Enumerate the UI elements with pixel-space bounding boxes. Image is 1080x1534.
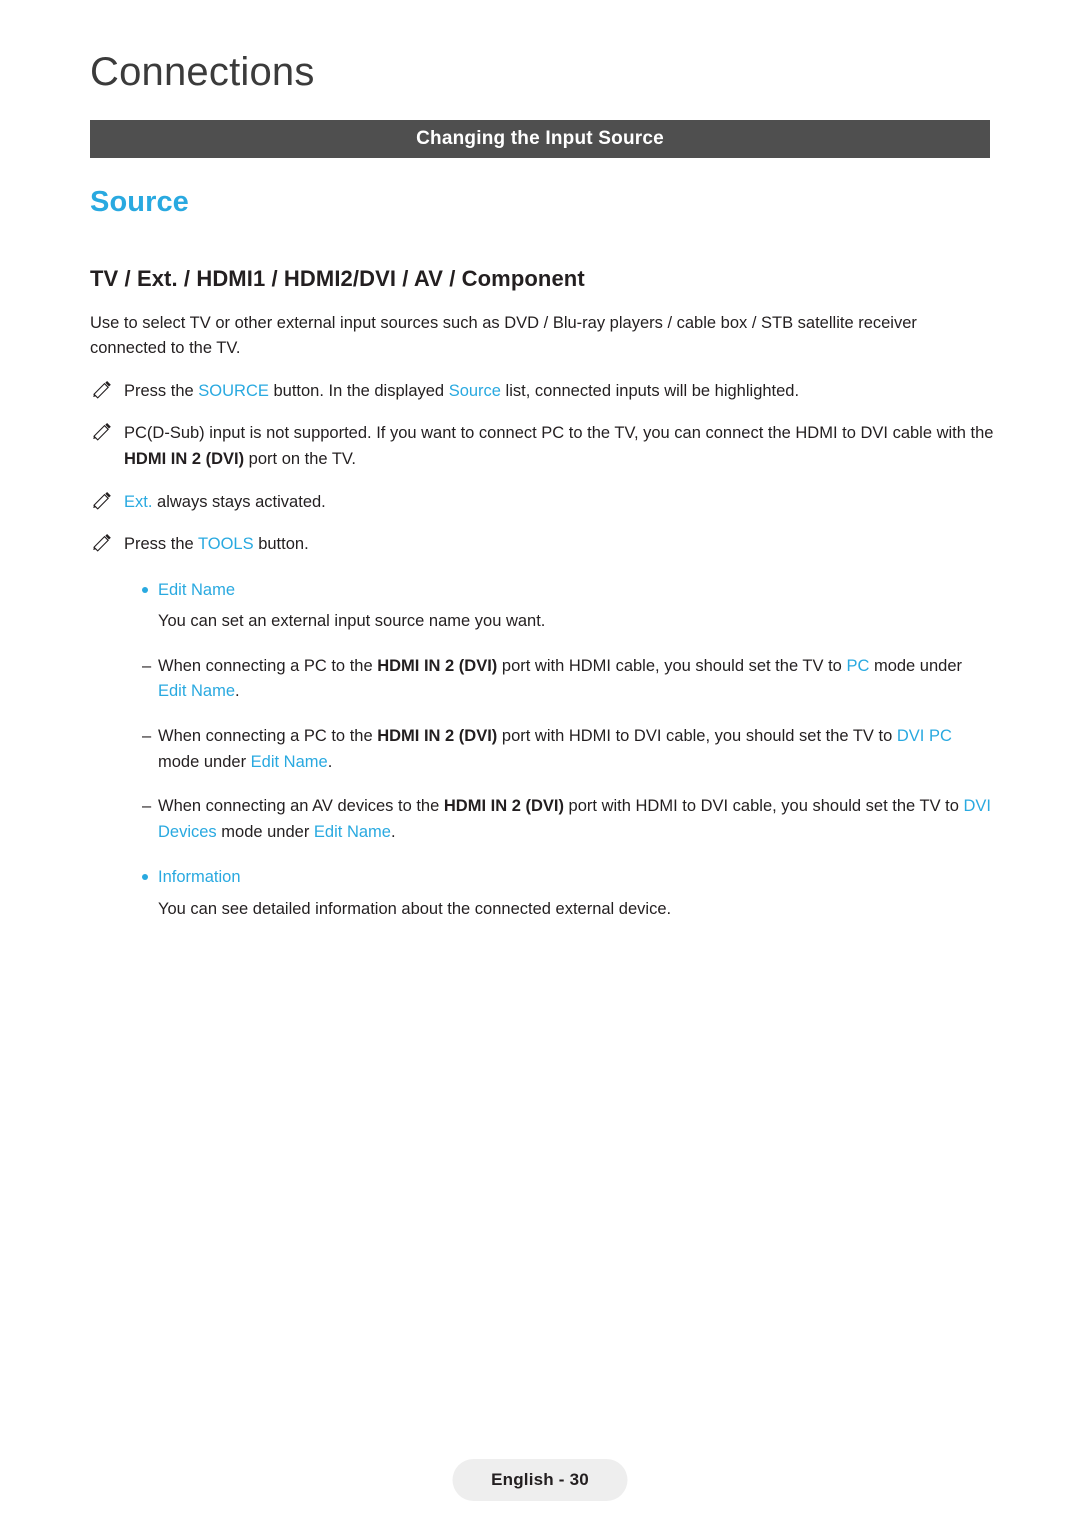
plain-text: port with HDMI cable, you should set the… bbox=[497, 656, 847, 675]
bullet-dot-icon bbox=[142, 874, 148, 881]
page-title: Source bbox=[90, 186, 189, 218]
pencil-note-icon bbox=[92, 534, 114, 552]
note-text: Ext. always stays activated. bbox=[124, 493, 326, 511]
pencil-note-icon bbox=[92, 380, 114, 399]
emphasis-text: HDMI IN 2 (DVI) bbox=[124, 450, 245, 469]
sub-heading: TV / Ext. / HDMI1 / HDMI2/DVI / AV / Com… bbox=[90, 265, 585, 291]
plain-text: list, connected inputs will be highlight… bbox=[500, 381, 800, 400]
plain-text: When connecting an AV devices to the bbox=[158, 797, 444, 816]
accent-text: DVI PC bbox=[896, 726, 952, 745]
plain-text: port with HDMI to DVI cable, you should … bbox=[497, 726, 897, 745]
plain-text: port with HDMI to DVI cable, you should … bbox=[563, 797, 964, 816]
plain-text: When connecting a PC to the bbox=[158, 656, 378, 675]
dash-marker: – bbox=[142, 656, 152, 675]
bullet-information: Information bbox=[90, 865, 995, 891]
accent-text: Ext. bbox=[124, 492, 153, 511]
accent-text: Edit Name bbox=[250, 752, 328, 771]
document-page: Connections Changing the Input Source So… bbox=[0, 0, 1080, 1534]
plain-text: Press the bbox=[124, 381, 199, 400]
note-source-button: Press the SOURCE button. In the displaye… bbox=[90, 379, 995, 405]
bullet-edit-name: Edit Name bbox=[90, 578, 995, 604]
page-footer: English - 30 bbox=[452, 1459, 628, 1501]
plain-text: button. In the displayed bbox=[268, 381, 449, 400]
note-text: PC(D-Sub) input is not supported. If you… bbox=[124, 424, 993, 468]
dash-marker: – bbox=[142, 726, 152, 745]
accent-text: SOURCE bbox=[198, 381, 269, 400]
accent-text: Edit Name bbox=[313, 822, 391, 841]
pencil-note-icon bbox=[92, 423, 114, 442]
pencil-note-icon bbox=[92, 491, 114, 510]
page-number-label: English - 30 bbox=[491, 1470, 589, 1489]
accent-text: Edit Name bbox=[158, 682, 236, 701]
page-content: Source TV / Ext. / HDMI1 / HDMI2/DVI / A… bbox=[90, 185, 995, 922]
plain-text: mode under bbox=[216, 822, 314, 841]
dash-dvi-pc-mode: – When connecting a PC to the HDMI IN 2 … bbox=[90, 724, 995, 775]
plain-text: port on the TV. bbox=[244, 450, 357, 469]
dash-marker: – bbox=[142, 797, 152, 816]
plain-text: mode under bbox=[869, 656, 963, 675]
plain-text: Press the bbox=[124, 535, 198, 554]
plain-text: PC(D-Sub) input is not supported. If you… bbox=[124, 424, 994, 443]
dash-text: When connecting a PC to the HDMI IN 2 (D… bbox=[158, 657, 962, 701]
plain-text: always stays activated. bbox=[152, 492, 326, 511]
dash-text: When connecting a PC to the HDMI IN 2 (D… bbox=[158, 727, 952, 771]
chapter-title: Connections bbox=[90, 50, 315, 94]
emphasis-text: HDMI IN 2 (DVI) bbox=[377, 656, 498, 675]
plain-text: . bbox=[235, 682, 240, 701]
section-header-bar: Changing the Input Source bbox=[90, 120, 990, 158]
accent-text: TOOLS bbox=[197, 535, 254, 554]
emphasis-text: HDMI IN 2 (DVI) bbox=[377, 726, 498, 745]
bullet-edit-name-body: You can set an external input source nam… bbox=[158, 612, 546, 631]
note-pc-dsub: PC(D-Sub) input is not supported. If you… bbox=[90, 421, 995, 472]
plain-text: mode under bbox=[158, 752, 251, 771]
accent-text: PC bbox=[846, 656, 870, 675]
note-text: Press the SOURCE button. In the displaye… bbox=[124, 382, 799, 400]
dash-text: When connecting an AV devices to the HDM… bbox=[158, 797, 991, 841]
section-header-text: Changing the Input Source bbox=[416, 128, 664, 149]
dash-dvi-devices-mode: – When connecting an AV devices to the H… bbox=[90, 794, 995, 845]
note-tools-button: Press the TOOLS button. bbox=[90, 532, 995, 558]
plain-text: . bbox=[327, 752, 333, 771]
note-text: Press the TOOLS button. bbox=[124, 535, 309, 553]
emphasis-text: HDMI IN 2 (DVI) bbox=[443, 797, 564, 816]
dash-pc-mode: – When connecting a PC to the HDMI IN 2 … bbox=[90, 654, 995, 705]
plain-text: . bbox=[390, 822, 396, 841]
intro-paragraph: Use to select TV or other external input… bbox=[90, 313, 917, 358]
plain-text: button. bbox=[253, 535, 309, 554]
accent-text: Source bbox=[448, 381, 501, 400]
bullet-label: Edit Name bbox=[158, 580, 236, 599]
bullet-information-body: You can see detailed information about t… bbox=[158, 899, 672, 918]
note-ext-activated: Ext. always stays activated. bbox=[90, 490, 995, 516]
bullet-label: Information bbox=[158, 868, 241, 887]
plain-text: When connecting a PC to the bbox=[158, 726, 378, 745]
bullet-dot-icon bbox=[142, 586, 148, 593]
